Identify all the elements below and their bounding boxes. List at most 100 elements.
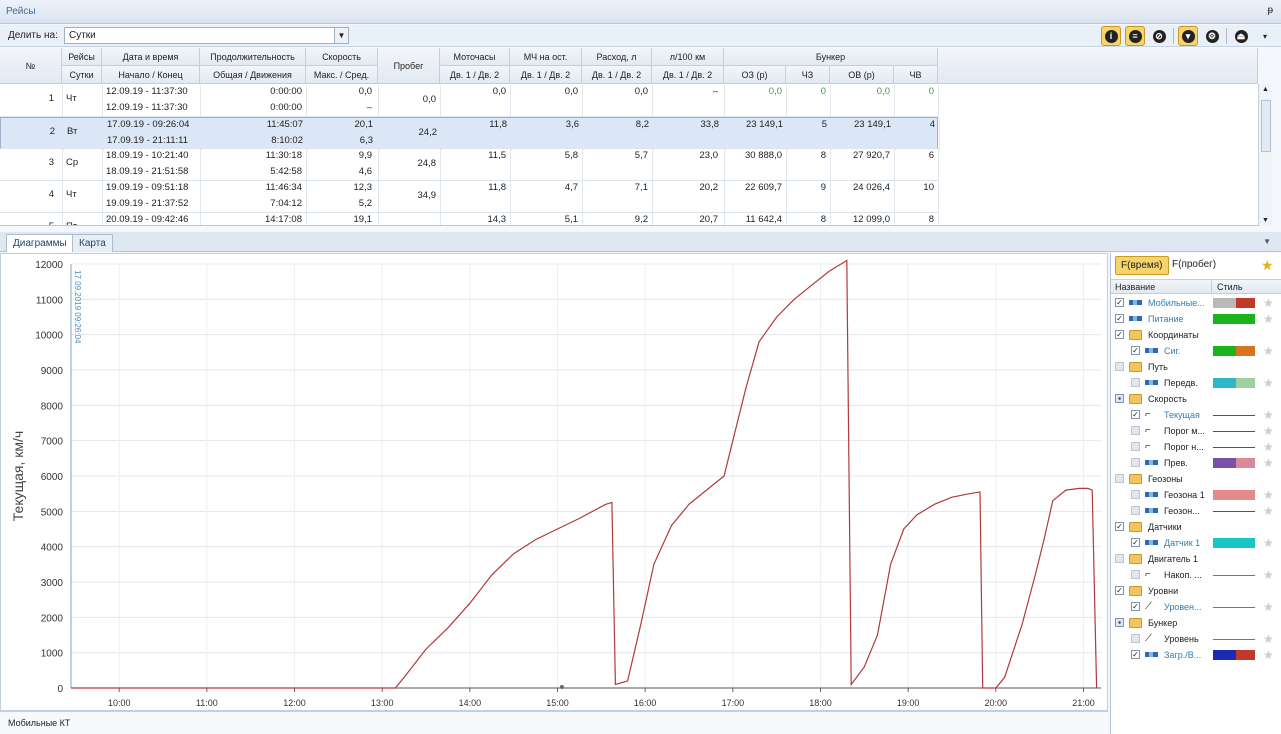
grid-subheader-cell[interactable]: Начало / Конец [102, 66, 200, 84]
series-item[interactable]: ✓ Координаты [1111, 327, 1281, 343]
grid-header-cell[interactable]: МЧ на ост. [510, 48, 582, 66]
series-checkbox[interactable] [1115, 554, 1124, 563]
scroll-up-icon[interactable]: ▲ [1262, 86, 1269, 93]
star-icon[interactable]: ★ [1263, 536, 1274, 550]
series-checkbox[interactable]: ▪ [1115, 618, 1124, 627]
series-checkbox[interactable] [1131, 378, 1140, 387]
series-item[interactable]: ✓ Уровни [1111, 583, 1281, 599]
grid-header-cell[interactable]: л/100 км [652, 48, 724, 66]
series-item[interactable]: Двигатель 1 [1111, 551, 1281, 567]
grid-subheader-cell[interactable]: Сутки [62, 66, 102, 84]
split-select[interactable]: Сутки ▼ [64, 27, 349, 44]
chart-area[interactable]: 0 1000 2000 3000 4000 5000 6000 7000 8000 9000 100… [0, 253, 1108, 711]
series-checkbox[interactable]: ✓ [1115, 522, 1124, 531]
series-checkbox[interactable]: ✓ [1115, 330, 1124, 339]
series-item[interactable]: Геозон... ★ [1111, 503, 1281, 519]
series-style-swatch[interactable] [1213, 298, 1255, 308]
marker-icon[interactable]: ▾ [1178, 26, 1198, 46]
series-item[interactable]: ▪ Скорость [1111, 391, 1281, 407]
series-style-swatch[interactable] [1213, 538, 1255, 548]
series-style-line[interactable] [1213, 447, 1255, 448]
series-item[interactable]: ✓ Датчики [1111, 519, 1281, 535]
series-checkbox[interactable]: ✓ [1131, 346, 1140, 355]
grid-header-cell[interactable]: Пробег [378, 48, 440, 84]
eject-icon[interactable]: ⏏ [1231, 26, 1251, 46]
grid-header-cell[interactable]: Расход, л [582, 48, 652, 66]
grid-subheader-cell[interactable]: ЧЗ [786, 66, 830, 84]
star-icon[interactable]: ★ [1263, 424, 1274, 438]
info-icon[interactable]: i [1101, 26, 1121, 46]
star-icon[interactable]: ★ [1263, 632, 1274, 646]
series-checkbox[interactable] [1131, 442, 1140, 451]
tab-diagrams[interactable]: Диаграммы [6, 234, 74, 252]
star-icon[interactable]: ★ [1263, 504, 1274, 518]
series-item[interactable]: Передв. ★ [1111, 375, 1281, 391]
grid-subheader-cell[interactable]: ОЗ (р) [724, 66, 786, 84]
tabs-dropdown-icon[interactable]: ▼ [1263, 237, 1271, 246]
series-style-swatch[interactable] [1213, 490, 1255, 500]
block-icon[interactable]: ⊘ [1149, 26, 1169, 46]
series-item[interactable]: ✓ ⌐ Текущая ★ [1111, 407, 1281, 423]
settings-icon[interactable]: ⚙ [1202, 26, 1222, 46]
star-icon[interactable]: ★ [1263, 600, 1274, 614]
series-checkbox[interactable] [1131, 634, 1140, 643]
table-row[interactable]: 4 Чт 19.09.19 - 09:51:18 19.09.19 - 21:37:5… [0, 181, 939, 213]
grid-subheader-cell[interactable]: Дв. 1 / Дв. 2 [440, 66, 510, 84]
series-style-line[interactable] [1213, 431, 1255, 432]
grid-header-cell[interactable]: Бункер [724, 48, 938, 66]
chevron-down-icon[interactable]: ▼ [334, 28, 348, 43]
table-row[interactable]: 3 Ср 18.09.19 - 10:21:40 18.09.19 - 21:51:5… [0, 149, 939, 181]
star-icon[interactable]: ★ [1263, 488, 1274, 502]
star-icon[interactable]: ★ [1263, 376, 1274, 390]
series-checkbox[interactable]: ✓ [1131, 410, 1140, 419]
grid-subheader-cell[interactable]: Дв. 1 / Дв. 2 [652, 66, 724, 84]
series-style-line[interactable] [1213, 511, 1255, 512]
series-style-line[interactable] [1213, 575, 1255, 576]
series-item[interactable]: ⌐ Порог м... ★ [1111, 423, 1281, 439]
series-item[interactable]: ▪ Бункер [1111, 615, 1281, 631]
grid-header-cell[interactable]: № [0, 48, 62, 84]
table-row[interactable]: 1 Чт 12.09.19 - 11:37:30 12.09.19 - 11:37:3… [0, 85, 939, 117]
series-item[interactable]: ⌐ Порог н... ★ [1111, 439, 1281, 455]
tab-f-time[interactable]: F(время) [1115, 256, 1169, 275]
tab-map[interactable]: Карта [72, 234, 113, 252]
grid-subheader-cell[interactable]: Макс. / Сред. [306, 66, 378, 84]
series-item[interactable]: ✓ Датчик 1 ★ [1111, 535, 1281, 551]
scroll-thumb[interactable] [1261, 100, 1271, 152]
star-icon[interactable]: ★ [1263, 296, 1274, 310]
grid-header-cell[interactable]: Продолжительность [200, 48, 306, 66]
series-checkbox[interactable]: ▪ [1115, 394, 1124, 403]
series-style-swatch[interactable] [1213, 650, 1255, 660]
series-checkbox[interactable] [1115, 362, 1124, 371]
series-style-line[interactable] [1213, 639, 1255, 640]
grid-subheader-cell[interactable]: Общая / Движения [200, 66, 306, 84]
series-checkbox[interactable]: ✓ [1131, 602, 1140, 611]
series-item[interactable]: Геозоны [1111, 471, 1281, 487]
star-icon[interactable]: ★ [1263, 456, 1274, 470]
series-checkbox[interactable] [1131, 426, 1140, 435]
series-item[interactable]: ✓ Питание ★ [1111, 311, 1281, 327]
series-item[interactable]: ⌐ Накоп. ... ★ [1111, 567, 1281, 583]
grid-header-cell[interactable]: Дата и время [102, 48, 200, 66]
series-item[interactable]: ✓ Мобильные... ★ [1111, 295, 1281, 311]
grid-subheader-cell[interactable]: Дв. 1 / Дв. 2 [510, 66, 582, 84]
list-icon[interactable]: ≡ [1125, 26, 1145, 46]
toolbar-dropdown-icon[interactable]: ▾ [1255, 26, 1275, 46]
tab-f-mileage[interactable]: F(пробег) [1167, 256, 1221, 275]
series-checkbox[interactable] [1131, 490, 1140, 499]
series-style-swatch[interactable] [1213, 378, 1255, 388]
grid-header-cell[interactable]: Скорость [306, 48, 378, 66]
series-checkbox[interactable] [1131, 570, 1140, 579]
series-item[interactable]: ⟋ Уровень ★ [1111, 631, 1281, 647]
series-style-line[interactable] [1213, 415, 1255, 416]
grid-header-cell[interactable]: Рейсы [62, 48, 102, 66]
grid-subheader-cell[interactable]: Дв. 1 / Дв. 2 [582, 66, 652, 84]
table-row[interactable]: 2 Вт 17.09.19 - 09:26:04 17.09.19 - 21:11:1… [0, 117, 940, 150]
series-item[interactable]: Прев. ★ [1111, 455, 1281, 471]
star-icon[interactable]: ★ [1263, 568, 1274, 582]
series-checkbox[interactable]: ✓ [1115, 298, 1124, 307]
star-icon[interactable]: ★ [1263, 344, 1274, 358]
series-checkbox[interactable] [1115, 474, 1124, 483]
series-item[interactable]: ✓ Загр./В... ★ [1111, 647, 1281, 663]
series-style-line[interactable] [1213, 607, 1255, 608]
